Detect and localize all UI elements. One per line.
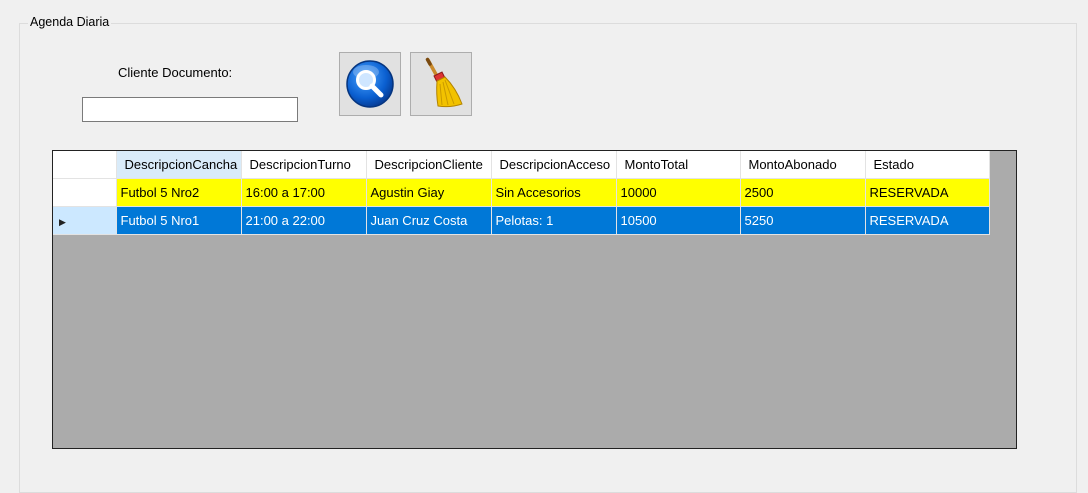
group-title: Agenda Diaria	[28, 15, 112, 29]
column-header[interactable]: DescripcionAcceso	[491, 151, 617, 179]
table-cell[interactable]: Sin Accesorios	[491, 178, 617, 207]
table-cell[interactable]: Futbol 5 Nro1	[116, 206, 242, 235]
row-header[interactable]: ▶	[53, 206, 117, 235]
table-cell[interactable]: Pelotas: 1	[491, 206, 617, 235]
table-cell[interactable]: RESERVADA	[865, 178, 990, 207]
table-cell[interactable]: 10500	[616, 206, 741, 235]
table-row[interactable]: Futbol 5 Nro2 16:00 a 17:00 Agustin Giay…	[53, 178, 990, 207]
row-header[interactable]	[53, 178, 117, 207]
agenda-table: DescripcionCancha DescripcionTurno Descr…	[53, 151, 990, 235]
table-cell[interactable]: RESERVADA	[865, 206, 990, 235]
column-header[interactable]: MontoAbonado	[740, 151, 866, 179]
column-header[interactable]: DescripcionCliente	[366, 151, 492, 179]
column-header[interactable]: Estado	[865, 151, 990, 179]
column-header[interactable]: MontoTotal	[616, 151, 741, 179]
magnifier-icon	[346, 60, 394, 108]
column-header[interactable]: DescripcionCancha	[116, 151, 242, 179]
header-row: DescripcionCancha DescripcionTurno Descr…	[53, 151, 990, 179]
table-cell[interactable]: Agustin Giay	[366, 178, 492, 207]
cliente-documento-label: Cliente Documento:	[118, 65, 233, 80]
clear-button[interactable]	[410, 52, 472, 116]
table-cell[interactable]: 5250	[740, 206, 866, 235]
cliente-documento-input[interactable]	[82, 97, 298, 122]
table-cell[interactable]: Juan Cruz Costa	[366, 206, 492, 235]
column-header[interactable]: DescripcionTurno	[241, 151, 367, 179]
table-cell[interactable]: Futbol 5 Nro2	[116, 178, 242, 207]
row-arrow-icon: ▶	[59, 216, 66, 227]
table-cell[interactable]: 10000	[616, 178, 741, 207]
corner-header[interactable]	[53, 151, 117, 179]
table-cell[interactable]: 2500	[740, 178, 866, 207]
table-row[interactable]: ▶ Futbol 5 Nro1 21:00 a 22:00 Juan Cruz …	[53, 206, 990, 235]
agenda-datagrid[interactable]: DescripcionCancha DescripcionTurno Descr…	[52, 150, 1017, 449]
table-cell[interactable]: 21:00 a 22:00	[241, 206, 367, 235]
search-button[interactable]	[339, 52, 401, 116]
broom-icon	[425, 57, 463, 108]
table-cell[interactable]: 16:00 a 17:00	[241, 178, 367, 207]
